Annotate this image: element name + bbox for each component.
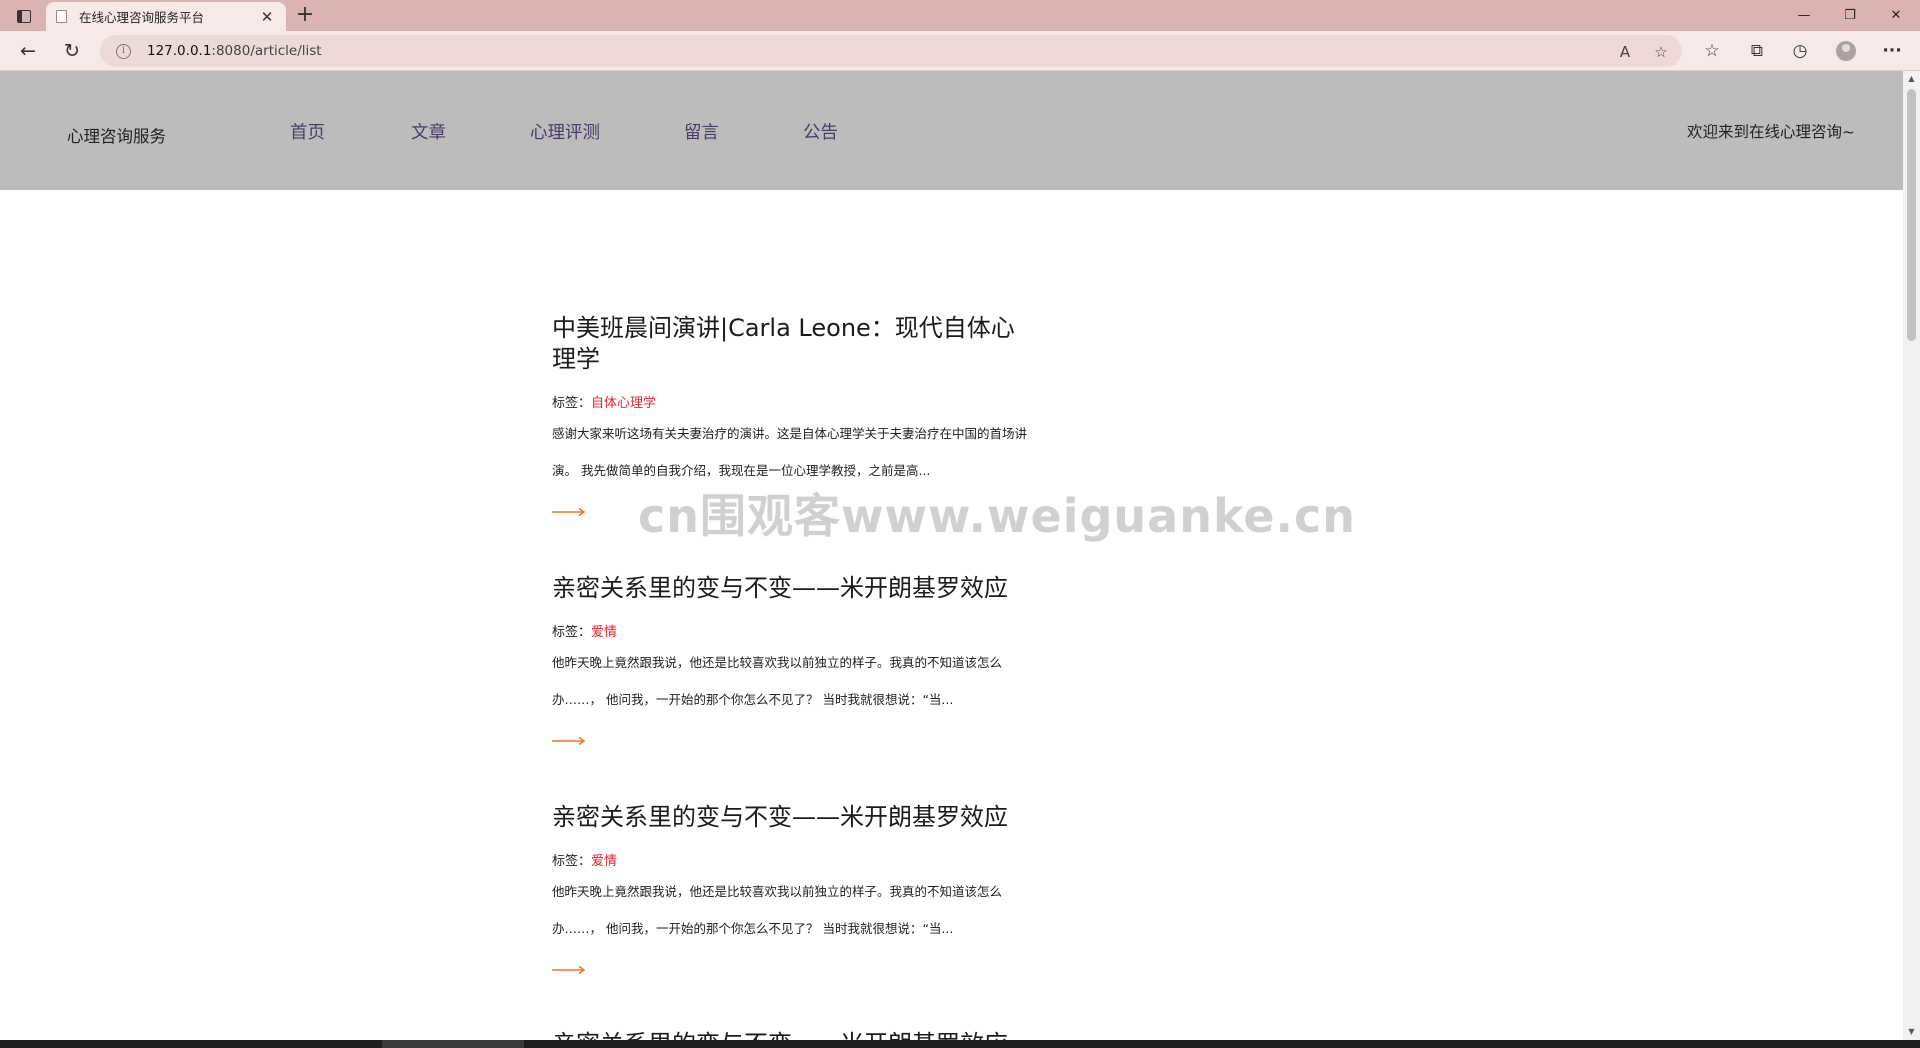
more-icon[interactable]: ···: [1878, 38, 1906, 64]
scrollbar-thumb[interactable]: [1907, 89, 1916, 341]
article-excerpt: 他昨天晚上竟然跟我说，他还是比较喜欢我以前独立的样子。我真的不知道该怎么办……，…: [552, 655, 1003, 707]
nav-item-articles[interactable]: 文章: [411, 119, 446, 144]
article-item: 亲密关系里的变与不变——米开朗基罗效应: [552, 1029, 1032, 1040]
read-more-arrow-icon[interactable]: [552, 965, 586, 975]
article-title[interactable]: 中美班晨间演讲|Carla Leone：现代自体心理学: [552, 313, 1032, 375]
nav-item-assessment[interactable]: 心理评测: [530, 119, 600, 144]
tag-link[interactable]: 自体心理学: [591, 396, 656, 411]
page-scrollbar[interactable]: ▲ ▼: [1903, 71, 1920, 1040]
nav-item-messages[interactable]: 留言: [684, 119, 719, 144]
tag-label: 标签：: [552, 625, 592, 640]
site-logo[interactable]: 心理咨询服务: [67, 123, 166, 147]
taskbar-item[interactable]: [382, 1040, 524, 1048]
welcome-text: 欢迎来到在线心理咨询~: [1687, 123, 1855, 141]
watermark: cn围观客www.weiguanke.cn: [638, 489, 1357, 543]
back-button[interactable]: ←: [12, 37, 44, 65]
profile-icon[interactable]: [1832, 38, 1860, 64]
tag-label: 标签：: [552, 396, 592, 411]
address-bar[interactable]: i 127.0.0.1:8080/article/list A ☆: [100, 35, 1682, 67]
tab-close-icon[interactable]: ✕: [258, 8, 276, 26]
site-header: 心理咨询服务 首页 文章 心理评测 留言 公告 欢迎来到在线心理咨询~: [0, 71, 1903, 190]
minimize-button[interactable]: —: [1781, 0, 1827, 31]
tab-title: 在线心理咨询服务平台: [79, 10, 205, 25]
restore-button[interactable]: ❐: [1827, 0, 1873, 31]
article-excerpt: 他昨天晚上竟然跟我说，他还是比较喜欢我以前独立的样子。我真的不知道该怎么办……，…: [552, 884, 1003, 936]
url-text[interactable]: 127.0.0.1:8080/article/list: [147, 43, 322, 59]
tag-label: 标签：: [552, 854, 592, 869]
new-tab-button[interactable]: +: [292, 3, 318, 29]
scroll-down-icon[interactable]: ▼: [1903, 1024, 1920, 1040]
url-path: :8080/article/list: [211, 43, 322, 59]
article-title[interactable]: 亲密关系里的变与不变——米开朗基罗效应: [552, 1029, 1032, 1040]
os-taskbar: [0, 1040, 1920, 1048]
article-title[interactable]: 亲密关系里的变与不变——米开朗基罗效应: [552, 802, 1032, 833]
article-tags: 标签：爱情: [552, 850, 1032, 869]
read-aloud-icon[interactable]: A: [1614, 41, 1636, 63]
article-tags: 标签：自体心理学: [552, 392, 1032, 411]
add-favorite-icon[interactable]: ☆: [1650, 41, 1672, 63]
browser-tab-bar: 在线心理咨询服务平台 ✕ + — ❐ ✕: [0, 0, 1920, 31]
favorites-icon[interactable]: ☆: [1698, 38, 1726, 64]
url-host: 127.0.0.1: [147, 43, 212, 59]
site-nav: 首页 文章 心理评测 留言 公告: [290, 119, 838, 144]
nav-item-announcements[interactable]: 公告: [803, 119, 838, 144]
scroll-up-icon[interactable]: ▲: [1903, 71, 1920, 87]
nav-item-home[interactable]: 首页: [290, 119, 325, 144]
browser-tab-active[interactable]: 在线心理咨询服务平台 ✕: [46, 2, 286, 31]
tag-link[interactable]: 爱情: [591, 625, 617, 640]
site-info-icon[interactable]: i: [116, 43, 131, 59]
article-title[interactable]: 亲密关系里的变与不变——米开朗基罗效应: [552, 573, 1032, 604]
tag-link[interactable]: 爱情: [591, 854, 617, 869]
refresh-button[interactable]: ↻: [56, 37, 88, 65]
close-window-button[interactable]: ✕: [1873, 0, 1919, 31]
article-excerpt: 感谢大家来听这场有关夫妻治疗的演讲。这是自体心理学关于夫妻治疗在中国的首场讲演。…: [552, 426, 1028, 478]
tab-actions-icon[interactable]: [10, 6, 38, 26]
article-tags: 标签：爱情: [552, 621, 1032, 640]
history-icon[interactable]: ◷: [1786, 38, 1814, 64]
page-viewport: 心理咨询服务 首页 文章 心理评测 留言 公告 欢迎来到在线心理咨询~ 中美班晨…: [0, 71, 1903, 1040]
collections-icon[interactable]: ⧉: [1743, 38, 1771, 64]
article-item: 亲密关系里的变与不变——米开朗基罗效应 标签：爱情 他昨天晚上竟然跟我说，他还是…: [552, 573, 1032, 746]
page-icon: [56, 10, 67, 23]
article-item: 亲密关系里的变与不变——米开朗基罗效应 标签：爱情 他昨天晚上竟然跟我说，他还是…: [552, 802, 1032, 975]
read-more-arrow-icon[interactable]: [552, 507, 586, 517]
browser-toolbar: ← ↻ i 127.0.0.1:8080/article/list A ☆ ☆ …: [0, 31, 1920, 71]
read-more-arrow-icon[interactable]: [552, 736, 586, 746]
